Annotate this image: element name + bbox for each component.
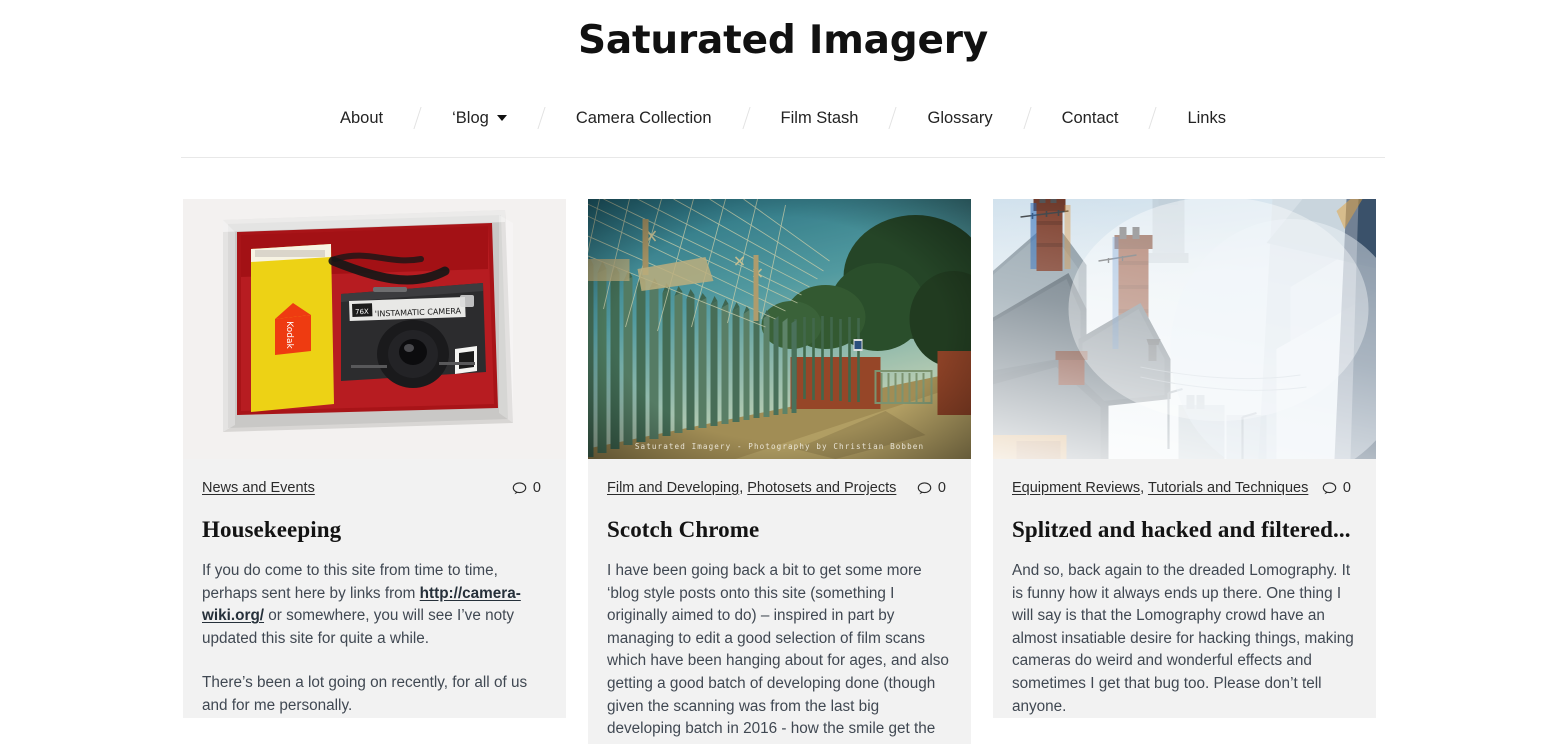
chevron-down-icon[interactable] — [496, 115, 507, 121]
nav-item-contact[interactable]: Contact — [1062, 108, 1119, 128]
nav-label: ‘Blog — [452, 109, 489, 127]
post-card[interactable]: Equipment Reviews, Tutorials and Techniq… — [993, 199, 1376, 719]
post-meta: Equipment Reviews, Tutorials and Techniq… — [1012, 479, 1357, 497]
photo-watermark: Saturated Imagery - Photography by Chris… — [635, 442, 924, 451]
nav-separator — [888, 107, 898, 129]
nav-label: Links — [1187, 109, 1226, 127]
primary-navigation: About ‘Blog Camera Collection Film Stash… — [0, 107, 1566, 157]
comment-count-value: 0 — [532, 480, 541, 496]
post-meta: News and Events 0 — [202, 479, 547, 497]
category-link[interactable]: Tutorials and Techniques — [1148, 480, 1308, 496]
post-thumbnail-scotch-chrome[interactable]: Saturated Imagery - Photography by Chris… — [588, 199, 971, 459]
post-title[interactable]: Housekeeping — [202, 517, 547, 543]
post-paragraph: There’s been a lot going on recently, fo… — [202, 674, 528, 714]
nav-list: About ‘Blog Camera Collection Film Stash… — [340, 107, 1226, 129]
post-categories: Equipment Reviews, Tutorials and Techniq… — [1012, 479, 1308, 497]
comment-bubble-icon — [512, 481, 527, 494]
nav-label: Glossary — [927, 109, 993, 127]
post-categories: News and Events — [202, 479, 315, 497]
post-excerpt: If you do come to this site from time to… — [202, 560, 547, 718]
comment-count-value: 0 — [1342, 480, 1351, 496]
post-card[interactable]: Saturated Imagery - Photography by Chris… — [588, 199, 971, 744]
nav-separator — [537, 107, 546, 129]
page-root: Saturated Imagery About ‘Blog Camera Col… — [0, 0, 1566, 744]
post-paragraph: If you do come to this site from time to… — [202, 560, 547, 650]
post-title[interactable]: Scotch Chrome — [607, 517, 952, 543]
nav-item-about[interactable]: About — [340, 108, 383, 128]
category-link[interactable]: Film and Developing — [607, 480, 739, 496]
category-link[interactable]: Photosets and Projects — [747, 480, 896, 496]
category-separator: , — [1140, 480, 1148, 496]
comment-count-value: 0 — [937, 480, 946, 496]
comment-count[interactable]: 0 — [512, 479, 547, 497]
svg-text:76X: 76X — [355, 308, 369, 316]
palisade-fence-photo: Saturated Imagery - Photography by Chris… — [588, 199, 971, 459]
post-excerpt: I have been going back a bit to get some… — [607, 560, 952, 744]
post-paragraph: I have been going back a bit to get some… — [607, 562, 949, 744]
svg-text:Kodak: Kodak — [284, 321, 294, 349]
nav-item-glossary[interactable]: Glossary — [927, 108, 992, 128]
nav-label: Camera Collection — [575, 109, 712, 127]
post-body: Equipment Reviews, Tutorials and Techniq… — [993, 459, 1376, 718]
post-body: News and Events 0 Housekeeping If you do… — [183, 459, 566, 718]
nav-item-links[interactable]: Links — [1187, 108, 1226, 128]
nav-separator — [413, 107, 422, 129]
post-paragraph: And so, back again to the dreaded Lomogr… — [1012, 562, 1354, 715]
nav-label: About — [339, 109, 384, 127]
post-thumbnail-splitzed[interactable] — [993, 199, 1376, 459]
camera-boxed-photo: Kodak 76X 'INSTAMATIC CAMERA — [183, 199, 566, 459]
post-excerpt: And so, back again to the dreaded Lomogr… — [1012, 560, 1357, 718]
nav-item-film-stash[interactable]: Film Stash — [781, 108, 859, 128]
post-meta: Film and Developing, Photosets and Proje… — [607, 479, 952, 497]
site-title: Saturated Imagery — [577, 18, 989, 63]
post-categories: Film and Developing, Photosets and Proje… — [607, 479, 896, 497]
nav-separator — [741, 107, 751, 129]
comment-count[interactable]: 0 — [917, 479, 952, 497]
nav-item-camera-collection[interactable]: Camera Collection — [576, 108, 712, 128]
nav-separator — [1148, 107, 1158, 129]
comment-bubble-icon — [917, 481, 932, 494]
nav-item-blog[interactable]: ‘Blog — [452, 108, 507, 128]
post-body: Film and Developing, Photosets and Proje… — [588, 459, 971, 744]
post-title[interactable]: Splitzed and hacked and filtered... — [1012, 517, 1357, 543]
rooftops-lightleak-photo — [993, 199, 1376, 459]
category-link[interactable]: Equipment Reviews — [1012, 480, 1140, 496]
post-card[interactable]: Kodak 76X 'INSTAMATIC CAMERA News and Ev… — [183, 199, 566, 718]
nav-label: Contact — [1061, 109, 1119, 127]
category-link[interactable]: News and Events — [202, 480, 315, 496]
post-thumbnail-housekeeping[interactable]: Kodak 76X 'INSTAMATIC CAMERA — [183, 199, 566, 459]
comment-bubble-icon — [1322, 481, 1337, 494]
post-grid: Kodak 76X 'INSTAMATIC CAMERA News and Ev… — [0, 158, 1566, 744]
nav-label: Film Stash — [780, 109, 859, 127]
nav-separator — [1023, 107, 1032, 129]
comment-count[interactable]: 0 — [1322, 479, 1357, 497]
